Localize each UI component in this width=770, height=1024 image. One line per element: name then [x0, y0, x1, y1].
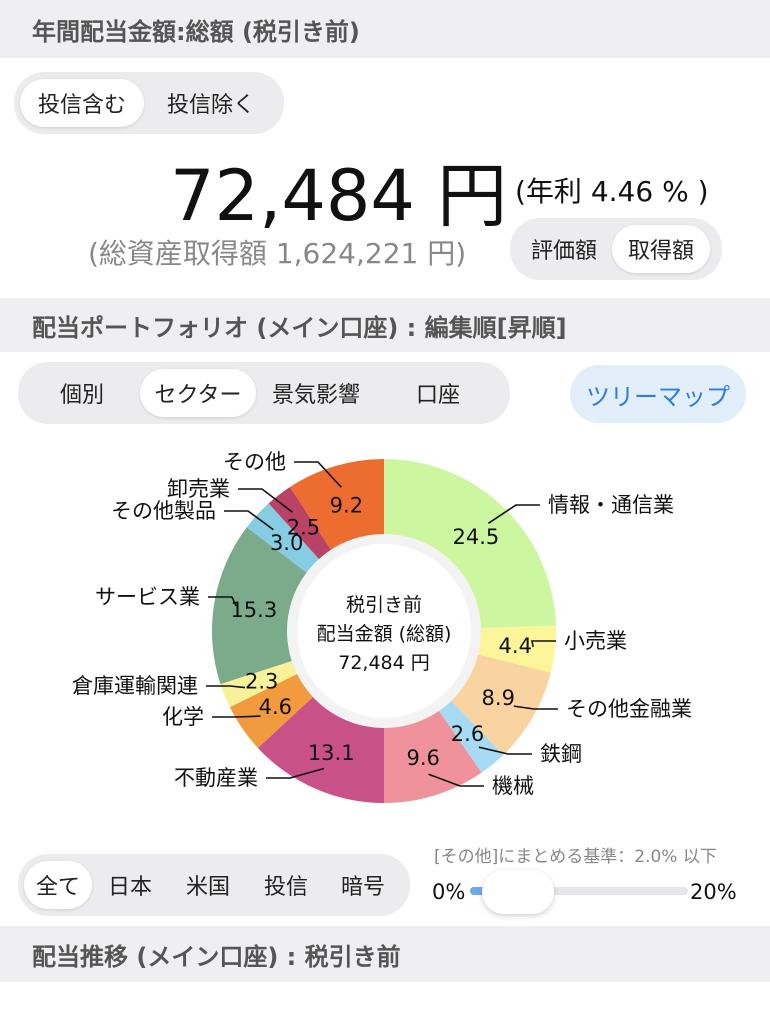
leader-line — [212, 715, 261, 718]
slice-category-label: その他製品 — [111, 499, 216, 523]
tab-us[interactable]: 米国 — [168, 861, 248, 909]
section-header-annual-dividend: 年間配当金額:総額 (税引き前) — [0, 0, 770, 58]
slice-value-label: 9.2 — [330, 493, 363, 517]
fund-toggle-exclude[interactable]: 投信除く — [144, 79, 278, 127]
slice-category-label: 鉄鋼 — [540, 742, 582, 766]
treemap-button[interactable]: ツリーマップ — [570, 365, 746, 423]
center-line-3: 72,484 円 — [338, 652, 430, 674]
slice-category-label: その他 — [223, 450, 286, 474]
slice-value-label: 13.1 — [308, 741, 355, 765]
slice-category-label: 機械 — [492, 774, 534, 798]
tab-individual[interactable]: 個別 — [24, 369, 140, 417]
tab-japan[interactable]: 日本 — [92, 861, 168, 909]
tab-crypto[interactable]: 暗号 — [324, 861, 402, 909]
threshold-label: [その他]にまとめる基準：2.0% 以下 — [434, 847, 717, 867]
slice-value-label: 24.5 — [452, 525, 499, 549]
threshold-slider-thumb[interactable] — [482, 870, 554, 914]
sector-donut-chart: 24.54.48.92.69.613.14.62.315.33.02.59.2 … — [72, 450, 692, 803]
slice-value-label: 2.3 — [245, 670, 278, 694]
slice-category-label: 不動産業 — [174, 766, 258, 790]
slice-value-label: 15.3 — [230, 598, 277, 622]
basis-toggle-valuation[interactable]: 評価額 — [516, 225, 612, 273]
tab-account[interactable]: 口座 — [376, 369, 500, 417]
slice-category-label: その他金融業 — [566, 697, 692, 721]
section-header-dividend-history: 配当推移 (メイン口座) : 税引き前 — [0, 926, 770, 982]
slice-category-label: サービス業 — [95, 585, 200, 609]
center-line-1: 税引き前 — [346, 594, 422, 616]
section-header-portfolio: 配当ポートフォリオ (メイン口座) : 編集順[昇順] — [0, 298, 770, 352]
slice-category-label: 倉庫運輸関連 — [72, 674, 198, 698]
slice-category-label: 化学 — [162, 705, 204, 729]
slider-max-label: 20% — [690, 880, 737, 904]
slice-category-label: 情報・通信業 — [548, 493, 674, 517]
basis-toggle-acquisition[interactable]: 取得額 — [612, 225, 710, 273]
slice-value-label: 4.4 — [499, 634, 532, 658]
view-tabs: 個別 セクター 景気影響 口座 — [18, 362, 510, 424]
annual-yield-rate: (年利 4.46 % ) — [515, 175, 709, 208]
tab-economic-impact[interactable]: 景気影響 — [256, 369, 376, 417]
slice-value-label: 9.6 — [407, 746, 440, 770]
basis-toggle: 評価額 取得額 — [510, 218, 722, 280]
total-asset-cost: (総資産取得額 1,624,221 円) — [88, 237, 467, 270]
slice-category-label: 小売業 — [564, 629, 627, 653]
tab-sector[interactable]: セクター — [140, 369, 256, 417]
tab-funds[interactable]: 投信 — [248, 861, 324, 909]
annual-dividend-amount: 72,484 円 — [170, 155, 508, 237]
slice-value-label: 4.6 — [259, 695, 292, 719]
slice-value-label: 8.9 — [482, 686, 515, 710]
center-line-2: 配当金額 (総額) — [317, 623, 452, 645]
slider-min-label: 0% — [432, 880, 466, 904]
fund-toggle: 投信含む 投信除く — [14, 72, 284, 134]
market-tabs: 全て 日本 米国 投信 暗号 — [18, 854, 410, 916]
fund-toggle-include[interactable]: 投信含む — [20, 79, 144, 127]
slice-category-label: 卸売業 — [167, 477, 230, 501]
slice-value-label: 2.6 — [451, 722, 484, 746]
tab-all[interactable]: 全て — [24, 861, 92, 909]
slice-value-label: 2.5 — [287, 515, 320, 539]
